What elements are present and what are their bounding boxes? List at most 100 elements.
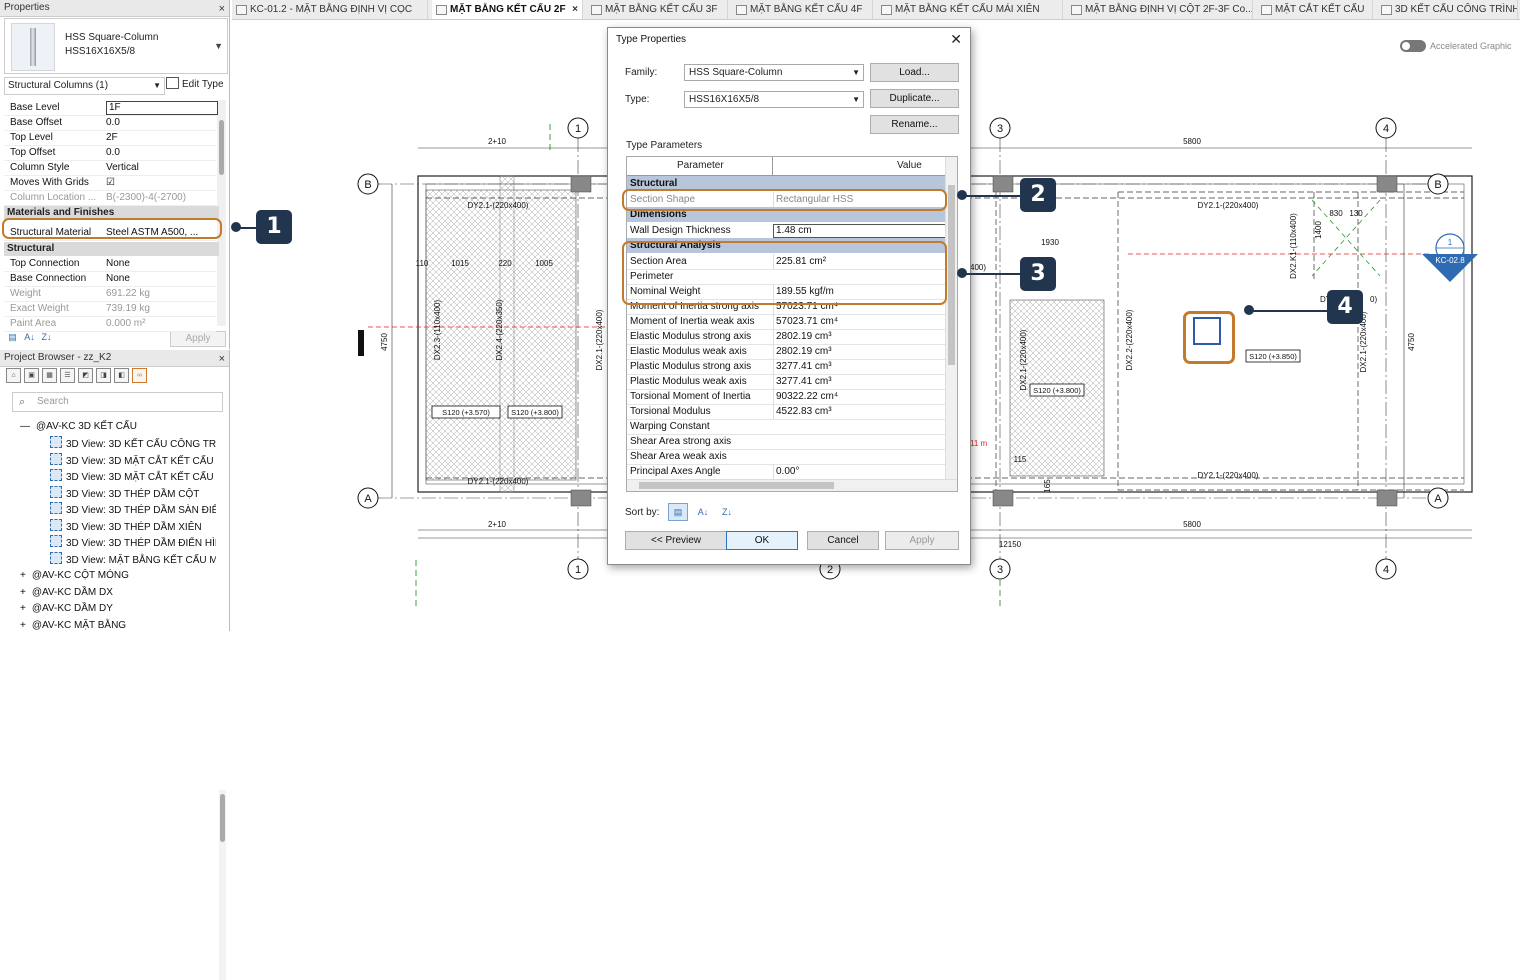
cancel-button[interactable]: Cancel [807, 531, 879, 550]
browser-view-item[interactable]: 3D View: 3D MẶT CẮT KẾT CẤU 2 [50, 469, 216, 485]
scroll-thumb[interactable] [220, 794, 225, 842]
view-tab[interactable]: 3D KẾT CẤU CÔNG TRÌNH [1377, 0, 1518, 19]
parameter-row[interactable]: Wall Design Thickness 1.48 cm [627, 223, 947, 239]
zoom-icon[interactable]: ▣ [24, 368, 39, 383]
parameter-value[interactable]: 2802.19 cm³ [773, 344, 946, 359]
expand-plus-icon[interactable]: + [20, 603, 26, 614]
browser-group-collapsed[interactable]: + @AV-KC DẦM DY [20, 601, 215, 617]
parameter-row[interactable]: Elastic Modulus strong axis 2802.19 cm³ [627, 329, 945, 345]
parameter-row[interactable]: Warping Constant [627, 419, 945, 435]
expand-icon[interactable]: ◧ [114, 368, 129, 383]
parameter-value[interactable]: 2802.19 cm³ [773, 329, 946, 344]
collapse-icon[interactable]: — [20, 421, 30, 432]
browser-group-collapsed[interactable]: + @AV-KC DẦM DX [20, 585, 215, 601]
view-tab[interactable]: MẶT BẰNG KẾT CẤU 2F × [432, 0, 583, 19]
browser-group-collapsed[interactable]: + @AV-KC MẶT BẰNG [20, 618, 215, 634]
view-tab[interactable]: MẶT CẮT KẾT CẤU [1257, 0, 1373, 19]
parameter-value[interactable]: 3277.41 cm³ [773, 374, 946, 389]
close-icon[interactable]: ✕ [950, 31, 962, 48]
property-row[interactable]: Column Location ... B(-2300)-4(-2700) [4, 190, 216, 206]
section-structural[interactable]: Structural [4, 242, 219, 256]
project-browser-close-icon[interactable]: × [219, 351, 225, 367]
duplicate-button[interactable]: Duplicate... [870, 89, 959, 108]
property-value[interactable]: Vertical [106, 160, 214, 175]
expand-plus-icon[interactable]: + [20, 587, 26, 598]
view-icon[interactable]: ◨ [96, 368, 111, 383]
parameter-row[interactable]: Plastic Modulus strong axis 3277.41 cm³ [627, 359, 945, 375]
parameter-row[interactable]: Elastic Modulus weak axis 2802.19 cm³ [627, 344, 945, 360]
grid-horizontal-scrollbar[interactable] [627, 479, 957, 491]
view-tab[interactable]: MẶT BẰNG KẾT CẤU 3F [587, 0, 728, 19]
property-row[interactable]: Top Connection None [4, 256, 216, 272]
property-row[interactable]: Moves With Grids ☑ [4, 175, 216, 191]
parameter-value[interactable]: 0.00° [773, 464, 946, 479]
property-value[interactable]: 739.19 kg [106, 301, 214, 316]
scroll-thumb[interactable] [219, 120, 224, 175]
property-value[interactable]: 0.0 [106, 115, 214, 130]
view-tab[interactable]: MẶT BẰNG KẾT CẤU 4F [732, 0, 873, 19]
parameter-row[interactable]: Principal Axes Angle 0.00° [627, 464, 945, 480]
parameter-row[interactable]: Torsional Modulus 4522.83 cm³ [627, 404, 945, 420]
parameter-column-header[interactable]: Parameter [677, 157, 724, 175]
link-icon[interactable]: ∞ [132, 368, 147, 383]
parameter-value[interactable]: 90322.22 cm⁴ [773, 389, 946, 404]
accelerated-graphics-toggle[interactable]: Accelerated Graphic [1400, 40, 1512, 52]
sort-az-icon[interactable]: A↓ [694, 504, 712, 520]
browser-view-item[interactable]: 3D View: 3D KẾT CẤU CÔNG TRÌN [50, 436, 216, 452]
edit-type-button[interactable]: Edit Type [166, 77, 224, 93]
sort-za-icon[interactable]: Z↓ [40, 331, 53, 344]
property-row[interactable]: Base Connection None [4, 271, 216, 287]
property-value[interactable]: 1F [106, 101, 218, 115]
parameter-value[interactable]: 3277.41 cm³ [773, 359, 946, 374]
sort-az-icon[interactable]: A↓ [23, 331, 36, 344]
parameter-row[interactable]: Plastic Modulus weak axis 3277.41 cm³ [627, 374, 945, 390]
scroll-thumb[interactable] [948, 185, 955, 365]
category-filter-select[interactable]: Structural Columns (1) ▼ [4, 77, 165, 95]
schedule-icon[interactable]: ☰ [60, 368, 75, 383]
sort-za-icon[interactable]: Z↓ [718, 504, 736, 520]
browser-view-item[interactable]: 3D View: 3D THÉP DẦM XIÊN [50, 518, 216, 535]
load-button[interactable]: Load... [870, 63, 959, 82]
sort-categorized-icon[interactable]: ▤ [6, 331, 19, 344]
property-row[interactable]: Exact Weight 739.19 kg [4, 301, 216, 317]
browser-view-item[interactable]: 3D View: 3D THÉP DẦM CỘT [50, 485, 216, 502]
parameter-row[interactable]: Shear Area weak axis [627, 449, 945, 465]
property-value[interactable]: ☑ [106, 175, 214, 190]
expand-plus-icon[interactable]: + [20, 570, 26, 581]
property-value[interactable]: 691.22 kg [106, 286, 214, 301]
property-row[interactable]: Top Level 2F [4, 130, 216, 146]
view-tab[interactable]: MẶT BẰNG KẾT CẤU MÁI XIÊN [877, 0, 1063, 19]
property-value[interactable]: 0.000 m² [106, 316, 214, 331]
property-value[interactable]: B(-2300)-4(-2700) [106, 190, 214, 205]
home-icon[interactable]: ⌂ [6, 368, 21, 383]
value-column-header[interactable]: Value [897, 157, 922, 175]
browser-view-item[interactable]: 3D View: 3D THÉP DẦM ĐIỂN HÌN [50, 535, 216, 551]
browser-view-item[interactable]: 3D View: 3D THÉP DẦM SÀN ĐIỂN [50, 502, 216, 518]
parameter-value[interactable]: 4522.83 cm³ [773, 404, 946, 419]
property-value[interactable]: None [106, 256, 214, 271]
type-selector[interactable]: HSS Square-Column HSS16X16X5/8 ▼ [4, 18, 228, 74]
browser-group-collapsed[interactable]: + @AV-KC CỘT MÓNG [20, 568, 215, 584]
property-row[interactable]: Base Offset 0.0 [4, 115, 216, 131]
expand-plus-icon[interactable]: + [20, 620, 26, 631]
rename-button[interactable]: Rename... [870, 115, 959, 134]
close-tab-icon[interactable]: × [572, 0, 578, 19]
property-row[interactable]: Column Style Vertical [4, 160, 216, 176]
properties-close-icon[interactable]: × [219, 1, 225, 17]
property-value[interactable]: 2F [106, 130, 214, 145]
view-tab[interactable]: KC-01.2 - MẶT BẰNG ĐỊNH VỊ CỌC [232, 0, 428, 19]
browser-scrollbar[interactable] [219, 790, 226, 980]
property-row[interactable]: Base Level 1F [4, 100, 218, 116]
sheet-icon[interactable]: ▦ [42, 368, 57, 383]
browser-group-expanded[interactable]: — @AV-KC 3D KẾT CẤU [20, 419, 215, 435]
dialog-apply-button[interactable]: Apply [885, 531, 959, 550]
browser-search-input[interactable]: ⌕ Search [12, 392, 223, 412]
scroll-thumb[interactable] [639, 482, 834, 489]
properties-apply-button[interactable]: Apply [170, 331, 226, 347]
property-value[interactable]: 0.0 [106, 145, 214, 160]
preview-button[interactable]: << Preview [625, 531, 727, 550]
property-row[interactable]: Weight 691.22 kg [4, 286, 216, 302]
property-row[interactable]: Top Offset 0.0 [4, 145, 216, 161]
browser-view-item[interactable]: 3D View: 3D MẶT CẮT KẾT CẤU 1 [50, 452, 216, 469]
parameter-value[interactable]: 57023.71 cm⁴ [773, 314, 946, 329]
